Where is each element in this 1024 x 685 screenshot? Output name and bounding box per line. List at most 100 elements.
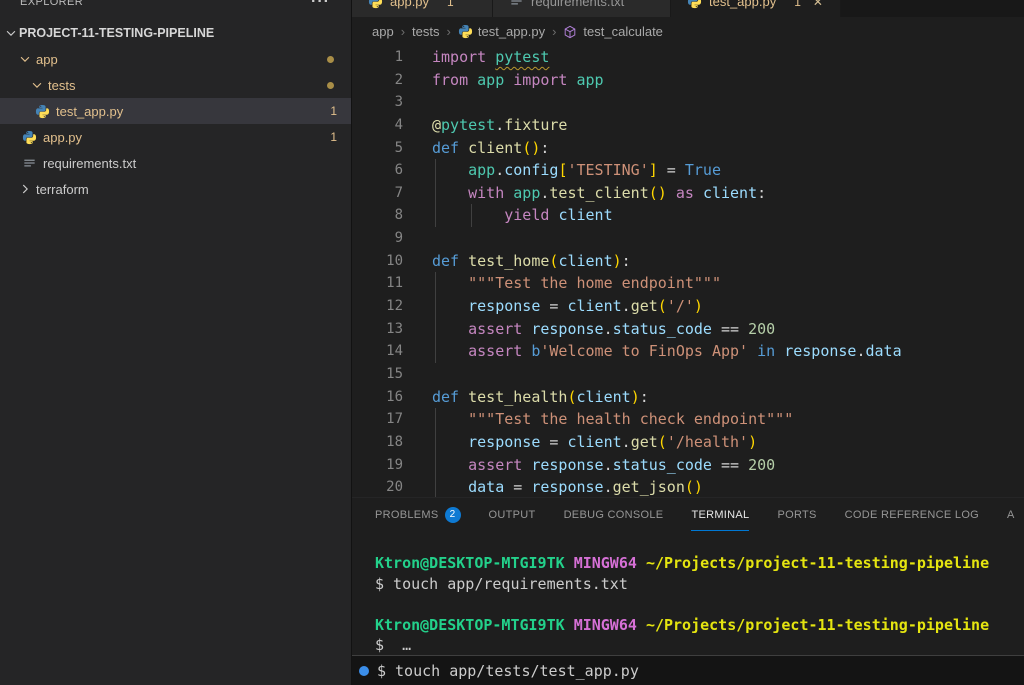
line-number: 16 [352, 386, 407, 409]
chevron-down-icon [3, 25, 19, 41]
line-number: 3 [352, 91, 407, 114]
code-line: 2from app import app [352, 69, 1024, 92]
code-line: 13 assert response.status_code == 200 [352, 318, 1024, 341]
project-root-header[interactable]: PROJECT-11-TESTING-PIPELINE [0, 20, 351, 46]
breadcrumb-label: app [372, 24, 394, 39]
tree-item-app.py[interactable]: app.py1 [0, 124, 351, 150]
tab-test_app.py[interactable]: test_app.py 1 ✕ [671, 0, 841, 17]
code-text: def test_health(client): [432, 386, 649, 409]
terminal-current-command[interactable]: $ touch app/tests/test_app.py [352, 655, 1024, 685]
breadcrumb-item-tests[interactable]: tests [412, 24, 439, 39]
indent-guide [435, 272, 436, 295]
line-number: 14 [352, 340, 407, 363]
more-actions-icon[interactable]: ··· [311, 0, 330, 11]
python-file-icon [35, 104, 50, 119]
indent-guide [435, 340, 436, 363]
code-line: 10def test_home(client): [352, 250, 1024, 273]
terminal-line: $ touch app/requirements.txt [375, 574, 1024, 595]
line-number: 1 [352, 46, 407, 69]
indent-guide [435, 159, 436, 182]
command-decoration-dot[interactable] [359, 666, 369, 676]
line-number: 13 [352, 318, 407, 341]
indent-guide [435, 182, 436, 205]
code-line: 19 assert response.status_code == 200 [352, 454, 1024, 477]
close-icon[interactable]: ✕ [813, 0, 823, 9]
editor-tabbar: app.py 1 requirements.txt test_app.py 1 ✕ [352, 0, 1024, 17]
indent-guide [435, 295, 436, 318]
panel-tab-output[interactable]: OUTPUT [489, 498, 536, 531]
terminal-line [375, 594, 1024, 615]
tab-badge: 1 [794, 0, 801, 9]
file-tree: appteststest_app.py1app.py1requirements.… [0, 46, 351, 202]
code-text: response = client.get('/health') [432, 431, 757, 454]
breadcrumb-separator: › [552, 24, 556, 39]
indent-guide [435, 318, 436, 341]
line-number: 7 [352, 182, 407, 205]
breadcrumb-item-test_calculate[interactable]: test_calculate [563, 24, 663, 39]
code-text: import pytest [432, 46, 549, 69]
git-badge-count: 1 [330, 130, 337, 144]
sticky-prompt: $ [377, 662, 386, 680]
tab-requirements.txt[interactable]: requirements.txt [493, 0, 671, 17]
panel-tabbar: PROBLEMS 2 OUTPUT DEBUG CONSOLE TERMINAL PORT… [352, 498, 1024, 531]
tree-item-label: test_app.py [56, 104, 123, 119]
panel-tab-debug-console[interactable]: DEBUG CONSOLE [564, 498, 664, 531]
python-file-icon [687, 0, 702, 9]
code-line: 20 data = response.get_json() [352, 476, 1024, 497]
panel-tab-code-reference-log[interactable]: CODE REFERENCE LOG [845, 498, 979, 531]
breadcrumb-label: test_app.py [478, 24, 545, 39]
tree-item-tests[interactable]: tests [0, 72, 351, 98]
indent-guide [471, 204, 472, 227]
panel-tab-problems[interactable]: PROBLEMS 2 [375, 498, 461, 531]
sidebar-header: EXPLORER ··· [0, 0, 351, 20]
code-line: 5 def client(): [352, 137, 1024, 160]
tab-label: app.py [390, 0, 429, 9]
tree-item-label: requirements.txt [43, 156, 136, 171]
panel-tab-terminal[interactable]: TERMINAL [691, 498, 749, 531]
chevron-right-icon [18, 182, 32, 196]
code-text: @pytest.fixture [432, 114, 567, 137]
code-text: def test_home(client): [432, 250, 631, 273]
panel-tab-label: PROBLEMS [375, 498, 439, 531]
panel-tab-a[interactable]: A [1007, 498, 1015, 531]
code-line: 1 import pytest [352, 46, 1024, 69]
line-number: 11 [352, 272, 407, 295]
explorer-sidebar: EXPLORER ··· PROJECT-11-TESTING-PIPELINE… [0, 0, 351, 685]
git-modified-dot [327, 82, 334, 89]
line-number: 12 [352, 295, 407, 318]
panel-tab-ports[interactable]: PORTS [777, 498, 816, 531]
git-badge-count: 1 [330, 104, 337, 118]
tab-app.py[interactable]: app.py 1 [352, 0, 493, 17]
indent-guide [435, 408, 436, 431]
code-line: 8 yield client [352, 204, 1024, 227]
tree-item-test_app.py[interactable]: test_app.py 1 [0, 98, 351, 124]
breadcrumb-label: test_calculate [583, 24, 663, 39]
indent-guide [435, 476, 436, 497]
panel-tab-label: OUTPUT [489, 498, 536, 531]
problems-count-badge: 2 [445, 507, 461, 523]
breadcrumb: app›tests›test_app.py›test_calculate [352, 17, 1024, 46]
code-text: assert b'Welcome to FinOps App' in respo… [432, 340, 902, 363]
breadcrumb-item-test_app.py[interactable]: test_app.py [458, 24, 545, 39]
bottom-panel: PROBLEMS 2 OUTPUT DEBUG CONSOLE TERMINAL PORT… [352, 497, 1024, 685]
line-number: 5 [352, 137, 407, 160]
panel-tab-label: DEBUG CONSOLE [564, 498, 664, 531]
vscode-window: EXPLORER ··· PROJECT-11-TESTING-PIPELINE… [0, 0, 1024, 685]
panel-tab-label: TERMINAL [691, 498, 749, 531]
chevron-down-icon [30, 78, 44, 92]
code-line: 17 """Test the health check endpoint""" [352, 408, 1024, 431]
tree-item-requirements.txt[interactable]: requirements.txt [0, 150, 351, 176]
python-file-icon [368, 0, 383, 9]
text-file-icon [22, 156, 37, 171]
tree-item-app[interactable]: app [0, 46, 351, 72]
tab-label: test_app.py [709, 0, 776, 9]
code-editor[interactable]: 1 import pytest2from app import app34 @pyt… [352, 46, 1024, 497]
tab-badge: 1 [447, 0, 454, 9]
tree-item-terraform[interactable]: terraform [0, 176, 351, 202]
line-number: 4 [352, 114, 407, 137]
code-line: 14 assert b'Welcome to FinOps App' in re… [352, 340, 1024, 363]
code-text: """Test the home endpoint""" [432, 272, 721, 295]
code-text: def client(): [432, 137, 549, 160]
breadcrumb-item-app[interactable]: app [372, 24, 394, 39]
breadcrumb-label: tests [412, 24, 439, 39]
